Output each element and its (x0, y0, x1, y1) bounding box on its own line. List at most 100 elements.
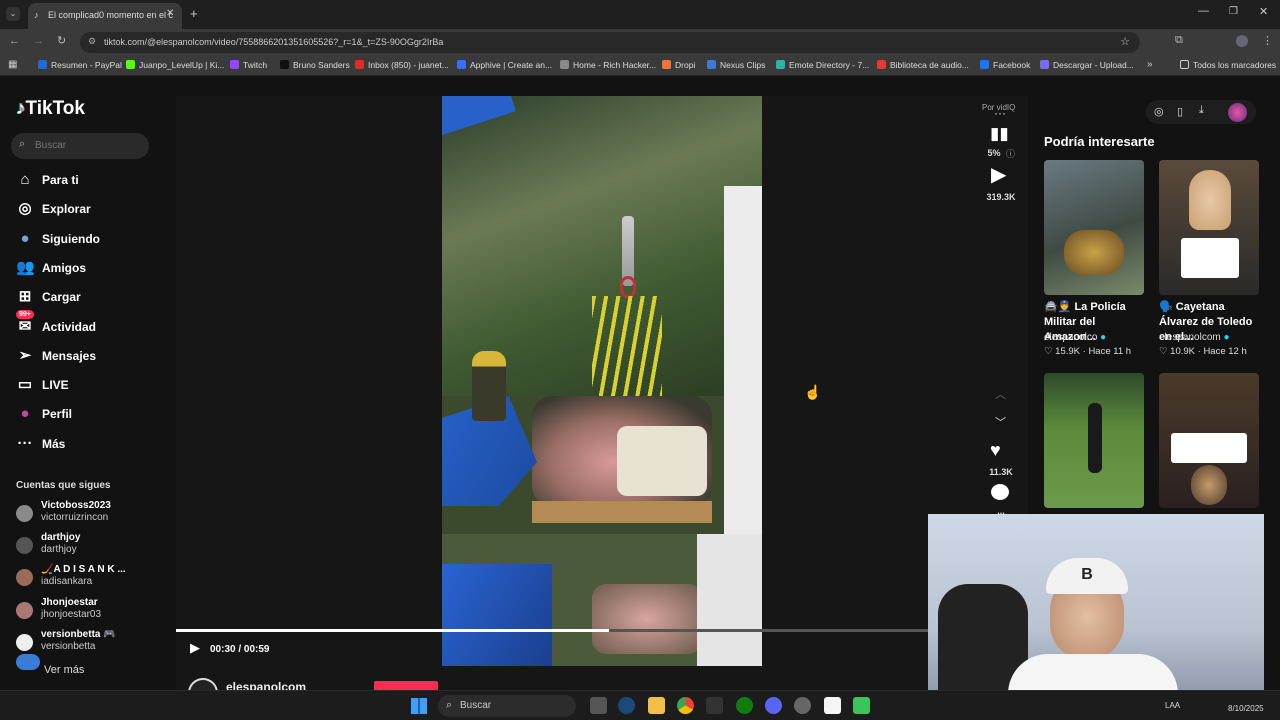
video-player[interactable]: ▶ 00:30 / 00:59 elespanolcom ☝ Por vidIQ… (176, 96, 1028, 720)
forward-icon[interactable]: → (33, 35, 44, 47)
comment-icon[interactable] (991, 484, 1009, 500)
user-avatar[interactable] (1228, 103, 1247, 122)
bookmark-favicon-icon (877, 60, 886, 69)
discord-icon[interactable] (765, 697, 782, 714)
capcut-icon[interactable] (824, 697, 841, 714)
taskbar-search[interactable]: ⌕ Buscar (438, 695, 576, 717)
task-view-icon[interactable] (590, 697, 607, 714)
address-bar[interactable]: ⚙ tiktok.com/@elespanolcom/video/7558866… (80, 32, 1140, 53)
speaker-figure (1189, 170, 1231, 230)
bookmark-item[interactable]: Apphive | Create an... (457, 60, 552, 70)
search-box[interactable]: ⌕ (11, 133, 149, 159)
wood-pallet (532, 501, 712, 523)
firefighter (472, 351, 506, 421)
windows-start-icon[interactable] (411, 698, 427, 714)
bookmark-item[interactable]: Dropi (662, 60, 695, 70)
preview-wall (697, 534, 762, 666)
views-count: 319.3K (986, 192, 1016, 202)
input-language[interactable]: LAA (1165, 701, 1180, 710)
more-bookmarks-icon[interactable]: » (1147, 59, 1153, 70)
see-more-link[interactable]: Ver más (16, 654, 116, 678)
bookmark-item[interactable]: Resumen - PayPal (38, 60, 122, 70)
device-icon[interactable]: ▯ (1177, 105, 1183, 118)
man-on-scooter (1088, 403, 1102, 473)
chrome-icon[interactable] (677, 697, 694, 714)
back-icon[interactable]: ← (9, 35, 20, 47)
bar-chart-icon[interactable]: ▮▮ (990, 124, 1009, 144)
search-input[interactable] (35, 138, 140, 153)
like-heart-icon[interactable]: ♥ (990, 440, 1001, 461)
bookmark-item[interactable]: Inbox (850) - juanet... (355, 60, 449, 70)
close-tab-icon[interactable]: ✕ (166, 8, 174, 19)
messages-icon: ➢ (18, 346, 32, 364)
white-pillows (617, 426, 707, 496)
clock-date[interactable]: 8/10/2025 (1228, 704, 1264, 713)
prev-video-icon[interactable]: ︿ (995, 386, 1006, 402)
reload-icon[interactable]: ↻ (57, 34, 66, 47)
video-frame[interactable] (442, 96, 762, 534)
account-handle: jhonjoestar03 (41, 608, 102, 620)
suggestions-title: Podría interesarte (1044, 134, 1155, 149)
suggestion-thumb-4[interactable] (1159, 373, 1259, 508)
epic-icon[interactable] (706, 697, 723, 714)
next-video-icon[interactable]: ﹀ (995, 414, 1006, 430)
bookmark-item[interactable]: Emote Directory - 7... (776, 60, 869, 70)
bookmark-item[interactable]: Juanpo_LevelUp | Ki... (126, 60, 224, 70)
suggestion-thumb-2[interactable] (1159, 160, 1259, 295)
verified-icon: ● (1223, 332, 1230, 343)
bookmark-item[interactable]: Facebook (980, 60, 1030, 70)
play-button[interactable]: ▶ (190, 640, 200, 656)
bookmark-star-icon[interactable]: ☆ (1120, 35, 1130, 48)
steam-icon[interactable] (618, 697, 635, 714)
apps-grid-icon[interactable]: ▦ (8, 59, 17, 70)
bookmark-item[interactable]: Nexus Clips (707, 60, 765, 70)
all-bookmarks-link[interactable]: Todos los marcadores (1180, 60, 1276, 70)
tiktok-logo[interactable]: ♪TikTok (16, 98, 85, 120)
extensions-icon[interactable]: ⧉ (1175, 34, 1183, 47)
minimize-icon[interactable]: — (1198, 5, 1209, 17)
profile-icon: ● (20, 405, 30, 423)
suggestion-thumb-3[interactable] (1044, 373, 1144, 508)
app-icon[interactable] (794, 697, 811, 714)
browser-menu-icon[interactable]: ⋮ (1262, 34, 1273, 47)
bookmark-favicon-icon (355, 60, 364, 69)
like-count: 11.3K (989, 467, 1013, 477)
following-icon: ● (20, 229, 30, 247)
card-user-2[interactable]: elespanolcom ● (1159, 332, 1230, 343)
tab-list-icon[interactable]: ⌄ (6, 7, 20, 21)
bookmark-item[interactable]: Descargar - Upload... (1040, 60, 1134, 70)
verified-icon: ● (1100, 332, 1107, 343)
floating-app-icon (16, 654, 40, 670)
bookmark-item[interactable]: Biblioteca de audio... (877, 60, 969, 70)
green-app-icon[interactable] (853, 697, 870, 714)
progress-track[interactable] (176, 629, 1028, 632)
coin-icon[interactable]: ◎ (1154, 105, 1164, 118)
card-user-1[interactable]: elespanolco ● (1044, 332, 1106, 343)
bookmark-item[interactable]: Home - Rich Hacker... (560, 60, 656, 70)
xbox-icon[interactable] (736, 697, 753, 714)
bookmark-favicon-icon (707, 60, 716, 69)
avatar (16, 505, 33, 522)
tab-active[interactable]: ♪ El complicad0 momento en el c (28, 3, 182, 29)
tiktok-page: ♪TikTok ⌕ ⌂Para ti◎Explorar●Siguiendo👥Am… (0, 76, 1280, 720)
vidiq-menu-icon[interactable]: ··· (994, 106, 1006, 120)
maximize-icon[interactable]: ❐ (1229, 6, 1238, 17)
bookmark-item[interactable]: Twitch (230, 60, 267, 70)
close-window-icon[interactable]: ✕ (1259, 5, 1268, 18)
profile-avatar[interactable] (1236, 35, 1248, 47)
avatar (16, 569, 33, 587)
following-title: Cuentas que sigues (16, 480, 111, 491)
bookmark-item[interactable]: Bruno Sanders (280, 60, 350, 70)
account-name: Jhonjoestar (41, 596, 98, 608)
site-info-icon[interactable]: ⚙ (88, 36, 96, 47)
download-icon[interactable]: ⤓ (1199, 104, 1204, 117)
bookmark-favicon-icon (38, 60, 47, 69)
compass-icon: ◎ (18, 200, 32, 218)
top-right-toolbar: ◎ ▯ ⤓ (1146, 100, 1256, 124)
card-meta-1: ♡ 15.9K · Hace 11 h (1044, 346, 1132, 357)
suggestion-thumb-1[interactable] (1044, 160, 1144, 295)
file-explorer-icon[interactable] (648, 697, 665, 714)
bookmark-favicon-icon (980, 60, 989, 69)
info-icon[interactable]: ⓘ (1006, 147, 1015, 160)
new-tab-icon[interactable]: + (190, 6, 198, 21)
